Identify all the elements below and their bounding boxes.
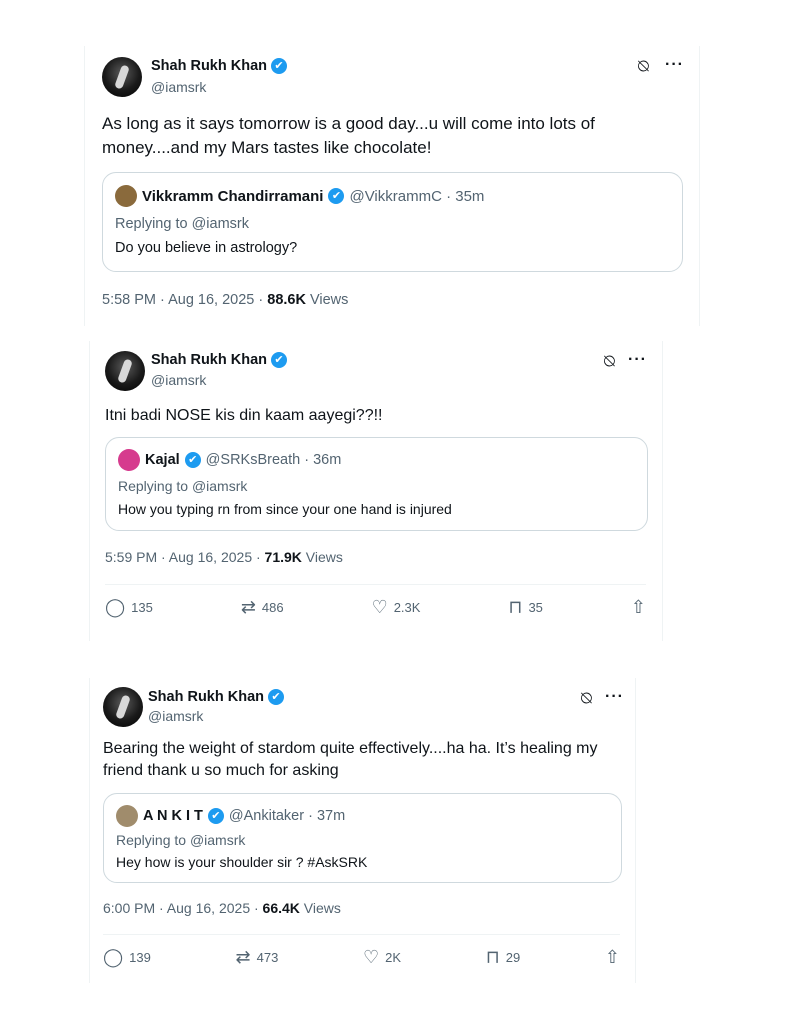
quoted-tweet[interactable]: Vikkramm Chandirramani ✔ @VikkrammC · 35… — [102, 172, 683, 272]
views-count: 66.4K — [262, 900, 300, 916]
verified-badge-icon: ✔ — [268, 689, 285, 705]
author-handle[interactable]: @iamsrk — [151, 79, 206, 95]
tweet-timestamp[interactable]: 5:58 PM · Aug 16, 2025 · — [102, 292, 263, 308]
quoted-tweet[interactable]: Kajal ✔ @SRKsBreath · 36m Replying to @i… — [105, 437, 648, 531]
quoted-meta: @Ankitaker · 37m — [228, 808, 346, 824]
quoted-header: Kajal ✔ @SRKsBreath · 36m — [118, 449, 341, 471]
replying-to: Replying to @iamsrk — [115, 216, 249, 232]
author-handle[interactable]: @iamsrk — [148, 708, 203, 724]
quoted-tweet[interactable]: A N K I T ✔ @Ankitaker · 37m Replying to… — [103, 793, 622, 883]
bookmark-count: 29 — [505, 950, 521, 965]
replying-to-label: Replying to — [115, 216, 188, 232]
reply-count: 135 — [131, 600, 153, 615]
more-options-icon[interactable]: ··· — [628, 351, 647, 369]
bookmark-icon: ⊓ — [508, 597, 523, 617]
bookmark-button[interactable]: ⊓ 29 — [486, 947, 521, 968]
quoted-author-name[interactable]: A N K I T — [143, 808, 203, 824]
bookmark-button[interactable]: ⊓ 35 — [508, 597, 543, 618]
views-count: 71.9K — [264, 549, 302, 565]
like-icon: ♡ — [363, 947, 380, 967]
avatar[interactable] — [105, 351, 145, 391]
author-name[interactable]: Shah Rukh Khan — [148, 689, 264, 705]
quoted-avatar[interactable] — [115, 185, 137, 207]
quoted-avatar[interactable] — [116, 805, 138, 827]
quoted-text: Do you believe in astrology? — [115, 240, 298, 256]
quoted-header: Vikkramm Chandirramani ✔ @VikkrammC · 35… — [115, 185, 484, 207]
tweet-meta: 6:00 PM · Aug 16, 2025 · 66.4K Views — [103, 900, 341, 916]
avatar[interactable] — [102, 57, 142, 97]
action-bar: ◯ 139 ⇄ 473 ♡ 2K ⊓ 29 ⇧ — [103, 934, 620, 968]
action-bar: ◯ 135 ⇄ 486 ♡ 2.3K ⊓ 35 ⇧ — [105, 584, 646, 618]
views-label: Views — [305, 549, 343, 565]
share-icon: ⇧ — [604, 947, 620, 967]
tweet-card[interactable]: Shah Rukh Khan ✔ @iamsrk ⍉ ··· As long a… — [84, 46, 700, 326]
repost-button[interactable]: ⇄ 486 — [241, 597, 284, 618]
tweet-timestamp[interactable]: 6:00 PM · Aug 16, 2025 · — [103, 900, 259, 916]
more-options-icon[interactable]: ··· — [605, 688, 624, 706]
like-button[interactable]: ♡ 2K — [363, 947, 401, 968]
views-label: Views — [303, 900, 341, 916]
more-options-icon[interactable]: ··· — [665, 56, 684, 74]
replying-to: Replying to @iamsrk — [118, 478, 247, 494]
repost-count: 473 — [256, 950, 279, 965]
share-icon: ⇧ — [630, 597, 646, 617]
replying-to-label: Replying to — [116, 832, 187, 848]
reply-icon: ◯ — [103, 947, 124, 967]
verified-badge-icon: ✔ — [207, 808, 224, 824]
tweet-timestamp[interactable]: 5:59 PM · Aug 16, 2025 · — [105, 549, 261, 565]
verified-badge-icon: ✔ — [184, 452, 201, 468]
bookmark-count: 35 — [528, 600, 543, 615]
quoted-text: Hey how is your shoulder sir ? #AskSRK — [116, 854, 368, 870]
verified-badge-icon: ✔ — [328, 188, 345, 204]
quoted-meta: @SRKsBreath · 36m — [205, 452, 342, 468]
views-count: 88.6K — [267, 292, 306, 308]
tweet-meta: 5:58 PM · Aug 16, 2025 · 88.6K Views — [102, 292, 348, 308]
avatar[interactable] — [103, 687, 143, 727]
like-count: 2.3K — [393, 600, 421, 615]
reply-icon: ◯ — [105, 597, 126, 617]
repost-button[interactable]: ⇄ 473 — [236, 947, 279, 968]
author-name[interactable]: Shah Rukh Khan — [151, 58, 267, 74]
quoted-author-name[interactable]: Vikkramm Chandirramani — [142, 188, 323, 205]
verified-badge-icon: ✔ — [271, 352, 288, 368]
tweet-card[interactable]: Shah Rukh Khan ✔ @iamsrk ⍉ ··· Bearing t… — [89, 678, 636, 983]
quoted-author-name[interactable]: Kajal — [145, 452, 180, 468]
reply-button[interactable]: ◯ 139 — [103, 947, 151, 968]
author-row: Shah Rukh Khan ✔ — [151, 58, 288, 74]
like-icon: ♡ — [371, 597, 388, 617]
quoted-meta: @VikkrammC · 35m — [349, 187, 485, 205]
replying-to-label: Replying to — [118, 478, 189, 494]
author-name[interactable]: Shah Rukh Khan — [151, 352, 267, 368]
grok-icon[interactable]: ⍉ — [581, 688, 592, 709]
like-button[interactable]: ♡ 2.3K — [372, 597, 421, 618]
reply-button[interactable]: ◯ 135 — [105, 597, 153, 618]
replying-to-handle[interactable]: @iamsrk — [192, 478, 247, 494]
like-count: 2K — [385, 950, 402, 965]
tweet-text: Itni badi NOSE kis din kaam aayegi??!! — [105, 407, 383, 424]
quoted-avatar[interactable] — [118, 449, 140, 471]
grok-icon[interactable]: ⍉ — [638, 56, 649, 77]
repost-count: 486 — [261, 600, 284, 615]
reply-count: 139 — [129, 950, 151, 965]
author-row: Shah Rukh Khan ✔ — [151, 352, 288, 368]
views-label: Views — [309, 292, 349, 308]
quoted-header: A N K I T ✔ @Ankitaker · 37m — [116, 805, 345, 827]
author-handle[interactable]: @iamsrk — [151, 372, 206, 388]
replying-to-handle[interactable]: @iamsrk — [190, 832, 245, 848]
author-row: Shah Rukh Khan ✔ — [148, 689, 285, 705]
grok-icon[interactable]: ⍉ — [604, 351, 615, 372]
bookmark-icon: ⊓ — [485, 947, 500, 967]
share-button[interactable]: ⇧ — [605, 947, 620, 968]
tweet-card[interactable]: Shah Rukh Khan ✔ @iamsrk ⍉ ··· Itni badi… — [89, 341, 663, 641]
repost-icon: ⇄ — [235, 947, 251, 967]
verified-badge-icon: ✔ — [271, 58, 288, 74]
tweet-text: As long as it says tomorrow is a good da… — [102, 114, 595, 157]
quoted-text: How you typing rn from since your one ha… — [118, 501, 452, 517]
tweet-meta: 5:59 PM · Aug 16, 2025 · 71.9K Views — [105, 549, 343, 565]
tweet-text: Bearing the weight of stardom quite effe… — [103, 740, 598, 779]
repost-icon: ⇄ — [240, 597, 256, 617]
share-button[interactable]: ⇧ — [631, 597, 646, 618]
replying-to-handle[interactable]: @iamsrk — [192, 216, 249, 232]
replying-to: Replying to @iamsrk — [116, 832, 245, 848]
